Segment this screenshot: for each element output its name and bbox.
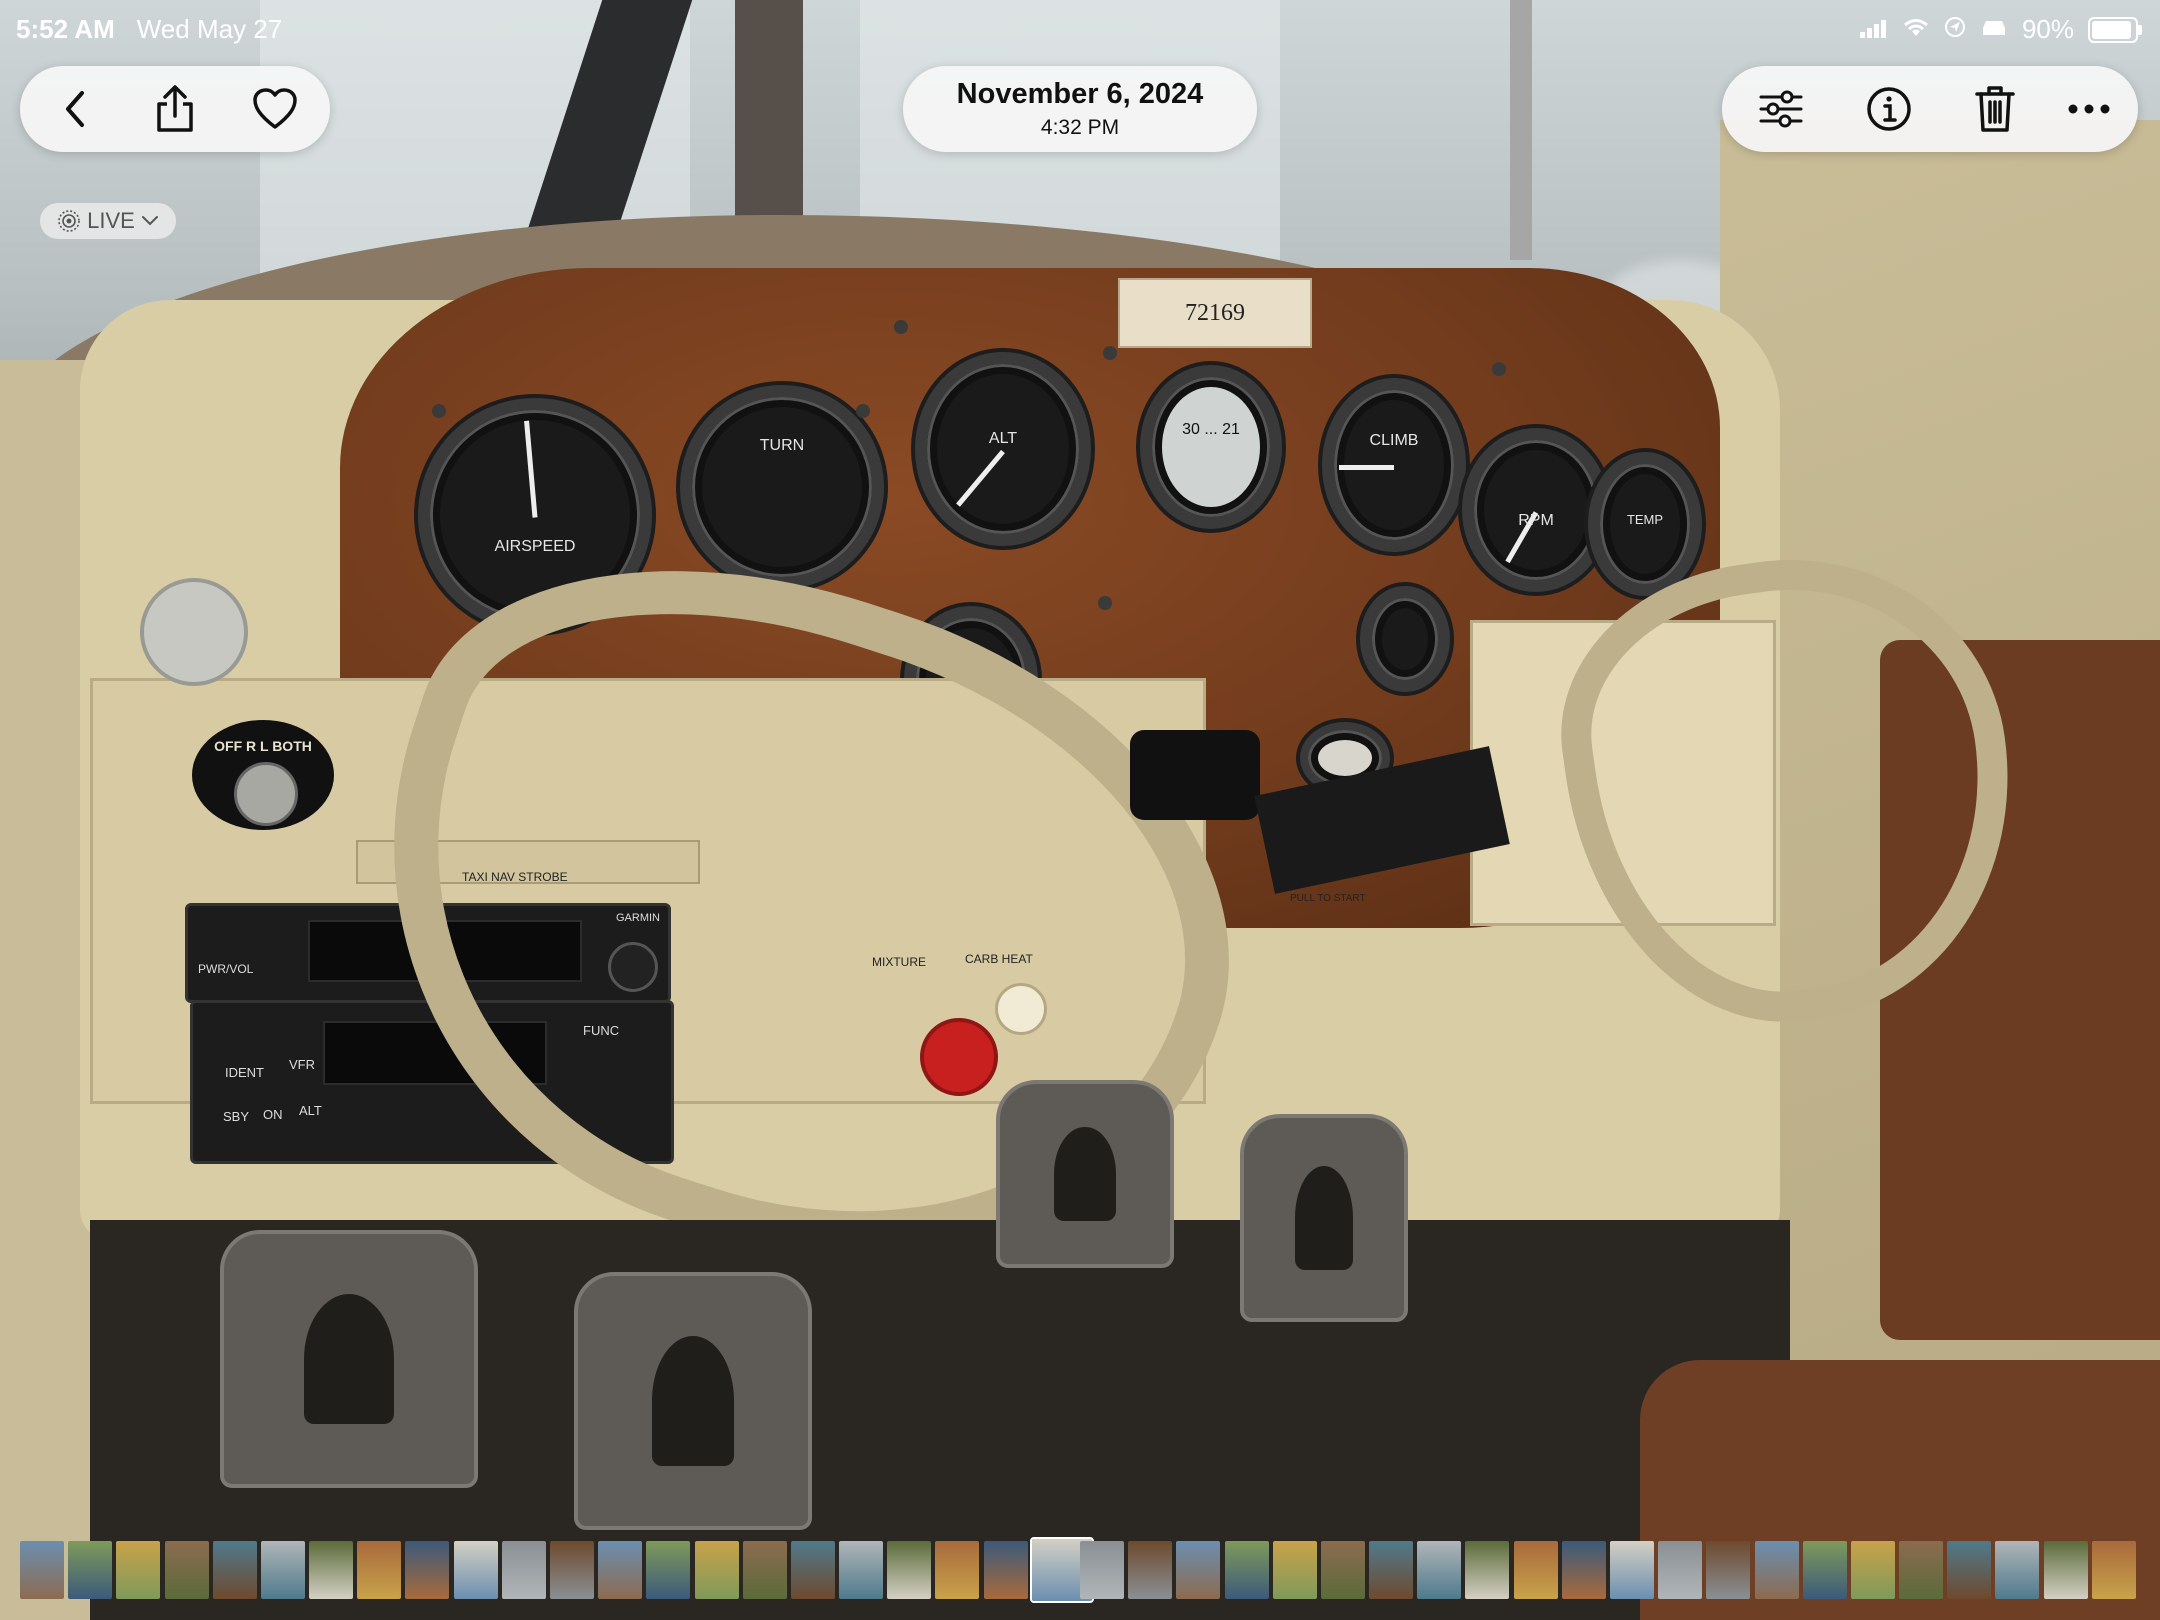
filmstrip-thumbnail[interactable] — [1176, 1541, 1221, 1599]
tail-number-placard: 72169 — [1118, 278, 1312, 348]
filmstrip-thumbnail[interactable] — [1465, 1541, 1510, 1599]
live-photo-icon — [58, 210, 80, 232]
filmstrip-thumbnail[interactable] — [839, 1541, 884, 1599]
filmstrip-thumbnail[interactable] — [2091, 1541, 2136, 1599]
wifi-icon — [1902, 14, 1930, 45]
car-icon — [1980, 14, 2008, 45]
altimeter: ALT — [915, 352, 1091, 546]
filmstrip-thumbnail[interactable] — [1224, 1541, 1269, 1599]
filmstrip-thumbnail[interactable] — [1417, 1541, 1462, 1599]
filmstrip-thumbnail[interactable] — [1754, 1541, 1799, 1599]
back-icon — [66, 91, 84, 127]
filmstrip-thumbnail[interactable] — [1369, 1541, 1414, 1599]
filmstrip-thumbnail[interactable] — [453, 1541, 498, 1599]
filmstrip-thumbnail[interactable] — [309, 1541, 354, 1599]
filmstrip-thumbnail[interactable] — [20, 1541, 64, 1599]
filmstrip-thumbnail[interactable] — [1658, 1541, 1703, 1599]
left-brake-pedal — [574, 1272, 812, 1530]
filmstrip-thumbnail[interactable] — [742, 1541, 787, 1599]
chevron-down-icon — [141, 216, 158, 226]
trash-icon — [1975, 86, 2015, 132]
filmstrip-thumbnail[interactable] — [2043, 1541, 2088, 1599]
filmstrip-thumbnail[interactable] — [68, 1541, 113, 1599]
share-icon — [157, 85, 193, 132]
oil-temp-gauge: TEMP — [1588, 452, 1702, 596]
photo-date: November 6, 2024 — [956, 78, 1204, 110]
left-rudder-pedal — [220, 1230, 478, 1488]
battery-icon — [2088, 16, 2142, 43]
filmstrip-thumbnail[interactable] — [646, 1541, 691, 1599]
yoke-shaft — [1130, 730, 1260, 820]
live-label: LIVE — [87, 208, 135, 233]
climb-indicator: CLIMB — [1322, 378, 1466, 552]
left-action-group — [20, 66, 330, 152]
filmstrip-thumbnail[interactable] — [1561, 1541, 1606, 1599]
right-rudder-pedal — [996, 1080, 1174, 1268]
filmstrip-thumbnail[interactable] — [983, 1541, 1028, 1599]
filmstrip-thumbnail[interactable] — [116, 1541, 161, 1599]
filmstrip-thumbnail[interactable] — [501, 1541, 546, 1599]
filmstrip-thumbnail[interactable] — [1706, 1541, 1751, 1599]
info-icon — [1867, 87, 1911, 131]
filmstrip-thumbnail[interactable] — [1947, 1541, 1992, 1599]
filmstrip-thumbnail[interactable] — [1899, 1541, 1944, 1599]
filmstrip-thumbnail[interactable] — [1128, 1541, 1173, 1599]
live-photo-badge[interactable]: LIVE — [40, 203, 176, 239]
status-date: Wed May 27 — [136, 14, 283, 44]
right-action-group — [1722, 66, 2138, 152]
filmstrip-thumbnail[interactable] — [212, 1541, 257, 1599]
status-bar: 5:52 AM Wed May 27 90% — [0, 0, 2160, 62]
filmstrip-thumbnail[interactable] — [790, 1541, 835, 1599]
info-button[interactable] — [1856, 76, 1922, 142]
share-button[interactable] — [142, 76, 208, 142]
back-button[interactable] — [42, 76, 108, 142]
fuel-gauge — [1360, 586, 1450, 692]
filmstrip-thumbnail[interactable] — [598, 1541, 643, 1599]
right-brake-pedal — [1240, 1114, 1408, 1322]
filmstrip-thumbnail[interactable] — [1513, 1541, 1558, 1599]
filmstrip-thumbnail[interactable] — [550, 1541, 594, 1599]
filmstrip-thumbnail[interactable] — [405, 1541, 450, 1599]
compass: 30 ... 21 — [1140, 365, 1282, 529]
battery-percent: 90% — [2021, 14, 2074, 44]
filmstrip-thumbnail[interactable] — [357, 1541, 402, 1599]
fuel-selector-label: OFF R L BOTH — [214, 738, 312, 754]
filmstrip-thumbnail[interactable] — [1802, 1541, 1847, 1599]
favorite-button[interactable] — [242, 76, 308, 142]
photo-filmstrip[interactable] — [0, 1537, 2160, 1603]
fuel-selector: OFF R L BOTH — [192, 720, 334, 830]
filmstrip-thumbnail[interactable] — [694, 1541, 739, 1599]
adjust-icon — [1759, 90, 1803, 128]
filmstrip-thumbnail[interactable] — [1850, 1541, 1895, 1599]
photo-date-header[interactable]: November 6, 2024 4:32 PM — [903, 66, 1257, 152]
filmstrip-thumbnail[interactable] — [1995, 1541, 2040, 1599]
more-icon — [2068, 104, 2110, 114]
filmstrip-thumbnail[interactable] — [1080, 1541, 1124, 1599]
filmstrip-thumbnail[interactable] — [260, 1541, 305, 1599]
starter-label: PULL TO START — [1290, 893, 1366, 904]
filmstrip-thumbnail[interactable] — [1610, 1541, 1654, 1599]
filmstrip-thumbnail[interactable] — [887, 1541, 932, 1599]
more-button[interactable] — [2056, 76, 2122, 142]
filmstrip-thumbnail[interactable] — [1272, 1541, 1317, 1599]
filmstrip-thumbnail[interactable] — [935, 1541, 980, 1599]
heart-icon — [253, 88, 297, 129]
tachometer: RPM — [1462, 428, 1610, 592]
adjust-button[interactable] — [1748, 76, 1814, 142]
location-icon — [1944, 14, 1966, 45]
signal-icon — [1859, 14, 1888, 45]
status-time: 5:52 AM — [16, 14, 115, 44]
engine-primer-knob — [140, 578, 248, 686]
delete-button[interactable] — [1962, 76, 2028, 142]
photo-time: 4:32 PM — [1040, 116, 1120, 139]
filmstrip-thumbnail[interactable] — [164, 1541, 209, 1599]
turn-bank-indicator: TURN — [680, 385, 884, 589]
filmstrip-thumbnail[interactable] — [1320, 1541, 1365, 1599]
cockpit-photo[interactable]: 72169 AIRSPEED TURN ALT 30 ... 21 CLIMB … — [0, 0, 2160, 1620]
